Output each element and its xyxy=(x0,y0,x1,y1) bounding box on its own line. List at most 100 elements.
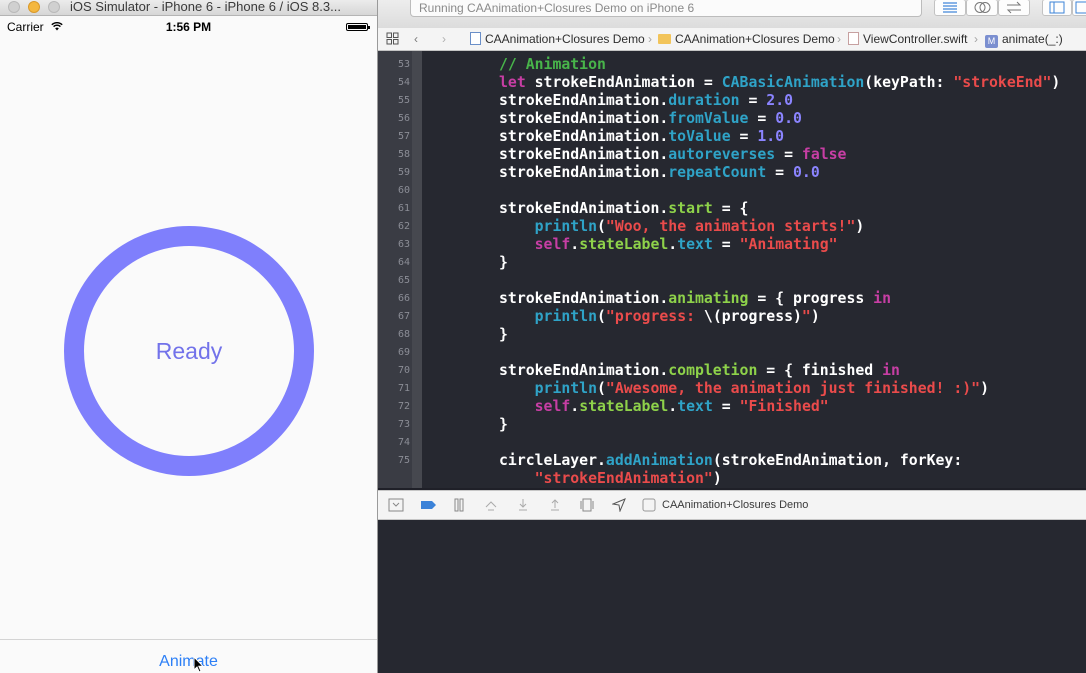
code-line[interactable]: 74 xyxy=(378,434,1086,452)
code-token: completion xyxy=(668,362,758,379)
view-hierarchy-icon[interactable] xyxy=(580,498,594,512)
breadcrumb-separator-icon: › xyxy=(837,32,841,46)
code-token: ( xyxy=(597,380,606,397)
line-number: 62 xyxy=(397,221,410,232)
code-token: text xyxy=(677,398,713,415)
code-token: ( xyxy=(597,218,606,235)
code-line[interactable]: 65 xyxy=(378,272,1086,290)
toolbar-divider xyxy=(0,639,377,640)
jump-bar: ‹ › CAAnimation+Closures Demo › CAAnimat… xyxy=(378,28,1086,51)
code-token: autoreverses xyxy=(668,146,776,163)
code-token: . xyxy=(570,398,580,415)
code-token: = xyxy=(748,110,776,127)
pause-icon[interactable] xyxy=(452,498,466,512)
jump-bar-method[interactable]: Manimate(_:) xyxy=(985,31,1063,48)
animate-button[interactable]: Animate xyxy=(0,653,377,671)
code-line[interactable]: 68} xyxy=(378,326,1086,344)
code-token: "strokeEnd" xyxy=(953,74,1052,91)
code-token: duration xyxy=(668,92,740,109)
standard-editor-button[interactable] xyxy=(934,0,966,16)
code-line[interactable]: 58 strokeEndAnimation.autoreverses = fals… xyxy=(378,146,1086,164)
code-token: strokeEndAnimation. xyxy=(499,128,669,145)
code-token: strokeEndAnimation. xyxy=(499,110,669,127)
line-number: 56 xyxy=(397,113,410,124)
code-line[interactable]: 56 strokeEndAnimation.fromValue = 0.0 xyxy=(378,110,1086,128)
code-token: // Animation xyxy=(499,56,606,73)
jump-bar-method-label: animate(_:) xyxy=(1002,32,1063,46)
code-token: println xyxy=(534,308,597,325)
navigator-toggle-button[interactable] xyxy=(1042,0,1072,16)
code-token: = xyxy=(739,92,767,109)
code-text: strokeEndAnimation.completion = { finish… xyxy=(499,362,900,380)
assistant-editor-button[interactable] xyxy=(966,0,998,16)
code-line[interactable]: 66 strokeEndAnimation.animating = { progr… xyxy=(378,290,1086,308)
code-line[interactable]: 61 strokeEndAnimation.start = { xyxy=(378,200,1086,218)
code-token: "Animating" xyxy=(739,236,838,253)
debug-console[interactable] xyxy=(378,520,1086,673)
line-number: 75 xyxy=(397,455,410,466)
code-line[interactable]: 75 circleLayer.addAnimation(strokeEndAnim… xyxy=(378,452,1086,470)
source-editor[interactable]: 53 // Animation 54 let strokeEndAnimation =… xyxy=(378,51,1086,488)
code-line[interactable]: 60 xyxy=(378,182,1086,200)
code-text: strokeEndAnimation.autoreverses = false xyxy=(499,146,846,164)
code-line[interactable]: 53 // Animation xyxy=(378,56,1086,74)
code-token: ) xyxy=(712,470,722,487)
code-line[interactable]: 64} xyxy=(378,254,1086,272)
zoom-window-button[interactable] xyxy=(48,1,60,13)
code-token: 2.0 xyxy=(766,92,794,109)
forward-chevron-icon[interactable]: › xyxy=(442,31,446,47)
code-token: ) xyxy=(980,380,989,397)
close-window-button[interactable] xyxy=(8,1,20,13)
step-over-icon[interactable] xyxy=(484,498,498,512)
code-line[interactable]: 57 strokeEndAnimation.toValue = 1.0 xyxy=(378,128,1086,146)
ios-status-bar: Carrier 1:56 PM xyxy=(0,16,377,38)
minimize-window-button[interactable] xyxy=(28,1,40,13)
app-target-icon xyxy=(642,498,656,512)
version-editor-button[interactable] xyxy=(998,0,1030,16)
code-token: "Finished" xyxy=(739,398,829,415)
code-token: in xyxy=(882,362,900,379)
jump-bar-project[interactable]: CAAnimation+Closures Demo xyxy=(470,31,645,47)
code-token: 0.0 xyxy=(793,164,820,181)
code-line[interactable]: 73} xyxy=(378,416,1086,434)
breakpoints-toggle-icon[interactable] xyxy=(420,498,438,512)
state-label: Ready xyxy=(155,338,223,364)
code-token: stateLabel xyxy=(579,236,669,253)
code-token: addAnimation xyxy=(605,452,713,469)
code-line[interactable]: 55 strokeEndAnimation.duration = 2.0 xyxy=(378,92,1086,110)
code-line[interactable]: 54 let strokeEndAnimation = CABasicAnimat… xyxy=(378,74,1086,92)
code-token: } xyxy=(499,326,508,343)
code-token: . xyxy=(668,236,678,253)
code-line[interactable]: 70 strokeEndAnimation.completion = { fini… xyxy=(378,362,1086,380)
code-line[interactable]: 72 self.stateLabel.text = "Finished" xyxy=(378,398,1086,416)
code-line[interactable]: 71 println("Awesome, the animation just … xyxy=(378,380,1086,398)
code-token: strokeEndAnimation. xyxy=(499,290,669,307)
code-line[interactable]: 67 println("progress: \(progress)") xyxy=(378,308,1086,326)
hide-debug-area-icon[interactable] xyxy=(388,498,404,512)
step-into-icon[interactable] xyxy=(516,498,530,512)
code-line[interactable]: "strokeEndAnimation") xyxy=(378,470,1086,488)
jump-bar-group[interactable]: CAAnimation+Closures Demo xyxy=(658,31,835,47)
code-token: "Woo, the animation starts!" xyxy=(605,218,856,235)
xcode-toolbar: Running CAAnimation+Closures Demo on iPh… xyxy=(378,0,1086,29)
location-arrow-icon[interactable] xyxy=(612,498,626,512)
activity-viewer: Running CAAnimation+Closures Demo on iPh… xyxy=(410,0,922,17)
code-line[interactable]: 62 println("Woo, the animation starts!") xyxy=(378,218,1086,236)
related-items-grid-icon[interactable] xyxy=(386,32,399,45)
debug-area-toggle-button[interactable] xyxy=(1072,0,1086,16)
code-token: = xyxy=(730,128,758,145)
code-line[interactable]: 59 strokeEndAnimation.repeatCount = 0.0 xyxy=(378,164,1086,182)
code-text: // Animation xyxy=(499,56,606,74)
code-line[interactable]: 63 self.stateLabel.text = "Animating" xyxy=(378,236,1086,254)
method-icon: M xyxy=(985,35,998,48)
line-number: 61 xyxy=(397,203,410,214)
line-number: 68 xyxy=(397,329,410,340)
code-line[interactable]: 69 xyxy=(378,344,1086,362)
code-token: = xyxy=(712,398,740,415)
line-number: 73 xyxy=(397,419,410,430)
step-out-icon[interactable] xyxy=(548,498,562,512)
status-bar-time: 1:56 PM xyxy=(165,20,212,34)
jump-bar-file[interactable]: ViewController.swift xyxy=(848,31,967,47)
back-chevron-icon[interactable]: ‹ xyxy=(414,31,418,47)
